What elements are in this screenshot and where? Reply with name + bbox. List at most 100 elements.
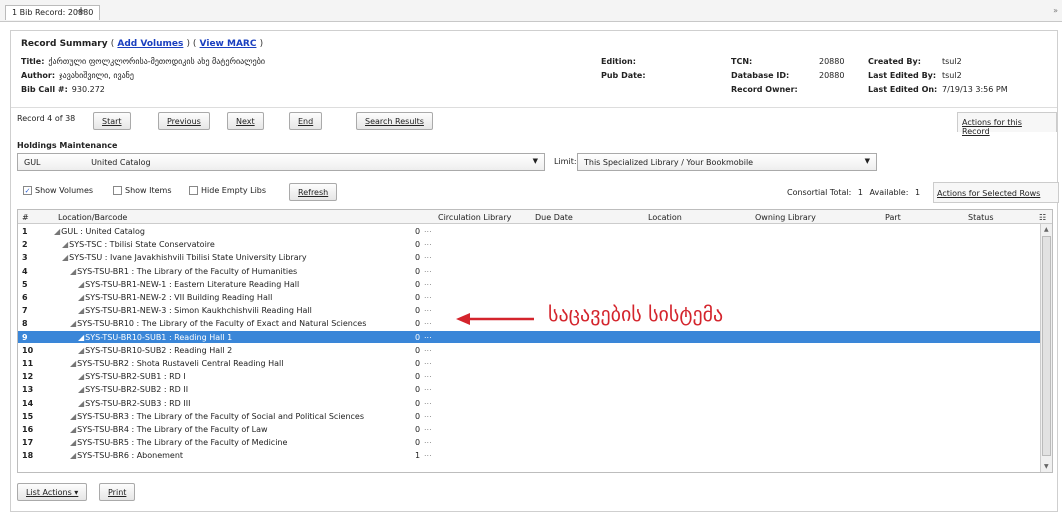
row-more-icon[interactable]: ... <box>424 238 432 247</box>
tree-expander-icon[interactable]: ◢ <box>70 412 76 421</box>
show-volumes-checkbox[interactable]: ✓ Show Volumes <box>23 186 93 195</box>
table-row[interactable]: 12 ◢SYS-TSU-BR2-SUB1 : RD I 0... <box>18 370 1040 382</box>
scroll-down-icon[interactable]: ▼ <box>1044 463 1049 470</box>
col-status[interactable]: Status <box>968 213 994 222</box>
tab-scroll-icon[interactable]: » <box>1053 6 1058 15</box>
row-more-icon[interactable]: ... <box>424 278 432 287</box>
actions-for-selected-rows-menu[interactable]: Actions for Selected Rows <box>933 182 1059 203</box>
editedon-label: Last Edited On: <box>868 85 938 94</box>
table-row[interactable]: 11 ◢SYS-TSU-BR2 : Shota Rustaveli Central… <box>18 357 1040 369</box>
col-location[interactable]: Location <box>648 213 682 222</box>
table-row[interactable]: 3 ◢SYS-TSU : Ivane Javakhishvili Tbilisi … <box>18 251 1040 263</box>
row-count: 0 <box>415 359 421 368</box>
col-location-barcode[interactable]: Location/Barcode <box>58 213 127 222</box>
row-number: 11 <box>22 359 34 368</box>
print-button[interactable]: Print <box>99 483 136 501</box>
table-row[interactable]: 10 ◢SYS-TSU-BR10-SUB2 : Reading Hall 2 0..… <box>18 344 1040 356</box>
row-more-icon[interactable]: ... <box>424 251 432 260</box>
col-circulation-library[interactable]: Circulation Library <box>438 213 511 222</box>
row-number: 7 <box>22 306 28 316</box>
scrollbar-thumb[interactable] <box>1042 236 1051 456</box>
tree-expander-icon[interactable]: ◢ <box>70 451 76 460</box>
row-more-icon[interactable]: ... <box>424 225 432 234</box>
row-more-icon[interactable]: ... <box>424 436 432 445</box>
row-more-icon[interactable]: ... <box>424 291 432 300</box>
table-row[interactable]: 13 ◢SYS-TSU-BR2-SUB2 : RD II 0... <box>18 383 1040 395</box>
row-more-icon[interactable]: ... <box>424 357 432 366</box>
table-row[interactable]: 9 ◢SYS-TSU-BR10-SUB1 : Reading Hall 1 0... <box>18 330 1040 343</box>
show-items-checkbox[interactable]: Show Items <box>113 186 172 195</box>
title-label: Title: <box>21 57 45 66</box>
row-number: 17 <box>22 438 34 448</box>
new-tab-plus-icon[interactable]: + <box>76 4 86 18</box>
tree-expander-icon[interactable]: ◢ <box>78 385 84 394</box>
row-number: 5 <box>22 279 28 289</box>
tree-expander-icon[interactable]: ◢ <box>70 319 76 328</box>
library-select[interactable]: GUL United Catalog ▼ <box>17 153 545 171</box>
row-number: 8 <box>22 319 28 329</box>
col-num[interactable]: # <box>22 213 29 222</box>
refresh-button[interactable]: Refresh <box>289 183 338 201</box>
add-volumes-link[interactable]: Add Volumes <box>117 39 183 49</box>
tree-expander-icon[interactable]: ◢ <box>78 346 84 355</box>
title-field: Title: ქართული ფოლკლორისა-მეთოდიკის ახე მ… <box>21 57 265 66</box>
previous-button[interactable]: Previous <box>158 112 210 130</box>
col-owning-library[interactable]: Owning Library <box>755 213 816 222</box>
row-more-icon[interactable]: ... <box>424 304 432 313</box>
row-location-text: SYS-TSU-BR5 : The Library of the Faculty… <box>77 438 288 448</box>
row-count: 0 <box>415 438 421 448</box>
tree-expander-icon[interactable]: ◢ <box>78 372 84 381</box>
tree-expander-icon[interactable]: ◢ <box>62 253 68 262</box>
actions-for-record-menu[interactable]: Actions for this Record <box>957 112 1057 136</box>
table-row[interactable]: 14 ◢SYS-TSU-BR2-SUB3 : RD III 0... <box>18 397 1040 409</box>
tree-expander-icon[interactable]: ◢ <box>54 227 60 236</box>
end-button[interactable]: End <box>289 112 323 130</box>
search-results-button[interactable]: Search Results <box>356 112 433 130</box>
tree-expander-icon[interactable]: ◢ <box>70 359 76 368</box>
row-location-text: SYS-TSU-BR2-SUB1 : RD I <box>85 372 186 382</box>
tree-expander-icon[interactable]: ◢ <box>70 267 76 276</box>
tree-expander-icon[interactable]: ◢ <box>70 425 76 434</box>
scroll-up-icon[interactable]: ▲ <box>1044 226 1049 233</box>
col-due-date[interactable]: Due Date <box>535 213 573 222</box>
tree-expander-icon[interactable]: ◢ <box>78 280 84 289</box>
table-row[interactable]: 2 ◢SYS-TSC : Tbilisi State Conservatoire 0… <box>18 238 1040 250</box>
tree-expander-icon[interactable]: ◢ <box>62 240 68 249</box>
table-row[interactable]: 5 ◢SYS-TSU-BR1-NEW-1 : Eastern Literature… <box>18 278 1040 290</box>
row-more-icon[interactable]: ... <box>424 383 432 392</box>
row-more-icon[interactable]: ... <box>424 449 432 458</box>
view-marc-link[interactable]: View MARC <box>200 39 257 49</box>
row-more-icon[interactable]: ... <box>424 317 432 326</box>
list-actions-button[interactable]: List Actions ▾ <box>17 483 88 501</box>
table-row[interactable]: 17 ◢SYS-TSU-BR5 : The Library of the Facu… <box>18 436 1040 448</box>
table-row[interactable]: 16 ◢SYS-TSU-BR4 : The Library of the Facu… <box>18 423 1040 435</box>
grid-scrollbar[interactable]: ▲ ▼ <box>1040 224 1052 472</box>
table-row[interactable]: 18 ◢SYS-TSU-BR6 : Abonement 1... <box>18 449 1040 461</box>
tree-expander-icon[interactable]: ◢ <box>78 333 84 342</box>
row-more-icon[interactable]: ... <box>424 370 432 379</box>
tree-expander-icon[interactable]: ◢ <box>78 399 84 408</box>
table-row[interactable]: 1 ◢GUL : United Catalog 0... <box>18 225 1040 237</box>
row-more-icon[interactable]: ... <box>424 344 432 353</box>
table-row[interactable]: 4 ◢SYS-TSU-BR1 : The Library of the Facul… <box>18 265 1040 277</box>
row-more-icon[interactable]: ... <box>424 397 432 406</box>
row-location-text: SYS-TSU-BR10 : The Library of the Facult… <box>77 319 367 329</box>
table-row[interactable]: 6 ◢SYS-TSU-BR1-NEW-2 : VII Building Readi… <box>18 291 1040 303</box>
hide-empty-libs-checkbox[interactable]: Hide Empty Libs <box>189 186 266 195</box>
tree-expander-icon[interactable]: ◢ <box>78 293 84 302</box>
row-more-icon[interactable]: ... <box>424 410 432 419</box>
library-code: GUL <box>24 158 41 167</box>
start-button[interactable]: Start <box>93 112 131 130</box>
available-value: 1 <box>914 188 921 197</box>
table-row[interactable]: 15 ◢SYS-TSU-BR3 : The Library of the Facu… <box>18 410 1040 422</box>
holdings-tree-grid: # Location/Barcode Circulation Library D… <box>17 209 1053 473</box>
row-more-icon[interactable]: ... <box>424 423 432 432</box>
tree-expander-icon[interactable]: ◢ <box>70 438 76 447</box>
row-more-icon[interactable]: ... <box>424 331 432 340</box>
column-picker-icon[interactable]: ☷ <box>1039 213 1046 222</box>
col-part[interactable]: Part <box>885 213 901 222</box>
tree-expander-icon[interactable]: ◢ <box>78 306 84 315</box>
next-button[interactable]: Next <box>227 112 264 130</box>
row-more-icon[interactable]: ... <box>424 265 432 274</box>
limit-select[interactable]: This Specialized Library / Your Bookmobi… <box>577 153 877 171</box>
